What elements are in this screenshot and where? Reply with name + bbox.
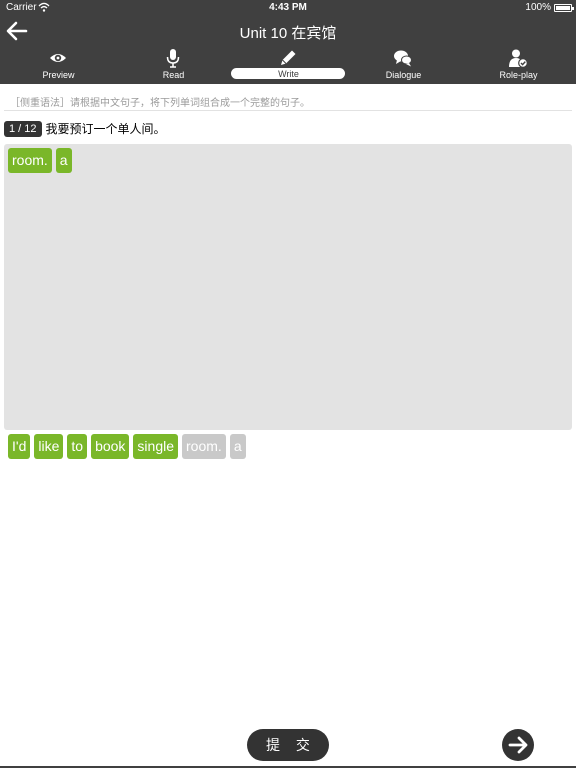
divider — [4, 110, 572, 111]
tab-write[interactable]: Write — [231, 48, 346, 82]
pencil-icon — [281, 50, 296, 65]
word-chip[interactable]: I'd — [8, 434, 31, 459]
tab-dialogue[interactable]: Dialogue — [346, 48, 461, 82]
tab-preview[interactable]: Preview — [1, 48, 116, 82]
nav-bar: Unit 10 在宾馆 Preview Read Write Dialogue … — [0, 16, 576, 84]
chinese-sentence: 我要预订一个单人间。 — [45, 122, 166, 137]
arrow-right-icon — [508, 736, 528, 754]
submit-button[interactable]: 提 交 — [247, 729, 329, 761]
tab-label: Write — [278, 69, 299, 79]
tab-role-play[interactable]: Role-play — [461, 48, 576, 82]
word-chip[interactable]: to — [67, 434, 88, 459]
user-check-icon — [509, 49, 528, 68]
answer-words: room. a — [8, 148, 568, 173]
tab-label: Role-play — [499, 70, 538, 80]
tab-label: Read — [162, 70, 185, 80]
tab-label: Dialogue — [385, 70, 422, 80]
battery-icon — [554, 4, 574, 12]
answer-word-chip[interactable]: a — [55, 148, 72, 173]
word-bank: I'd like to book single room. a — [8, 434, 568, 459]
question-prompt: 1 / 12 我要预订一个单人间。 — [4, 120, 166, 137]
tab-label: Preview — [42, 70, 75, 80]
microphone-icon — [166, 49, 180, 68]
instruction-hint: ［侧重语法］请根据中文句子，将下列单词组合成一个完整的句子。 — [10, 98, 310, 109]
status-bar: Carrier 4:43 PM 100% — [0, 0, 576, 16]
word-chip-used: room. — [182, 434, 226, 459]
question-counter: 1 / 12 — [4, 120, 42, 137]
page-title: Unit 10 在宾馆 — [239, 25, 337, 42]
word-chip[interactable]: book — [91, 434, 130, 459]
tab-bar: Preview Read Write Dialogue Role-play — [0, 48, 576, 82]
chat-bubbles-icon — [394, 50, 412, 67]
clock: 4:43 PM — [269, 2, 307, 13]
eye-icon — [50, 54, 66, 62]
word-chip[interactable]: single — [133, 434, 179, 459]
answer-area[interactable]: room. a — [4, 144, 572, 430]
next-button[interactable] — [502, 729, 534, 761]
tab-read[interactable]: Read — [116, 48, 231, 82]
word-chip-used: a — [229, 434, 246, 459]
word-chip[interactable]: like — [34, 434, 64, 459]
answer-word-chip[interactable]: room. — [8, 148, 52, 173]
battery-percent: 100% — [525, 2, 551, 13]
